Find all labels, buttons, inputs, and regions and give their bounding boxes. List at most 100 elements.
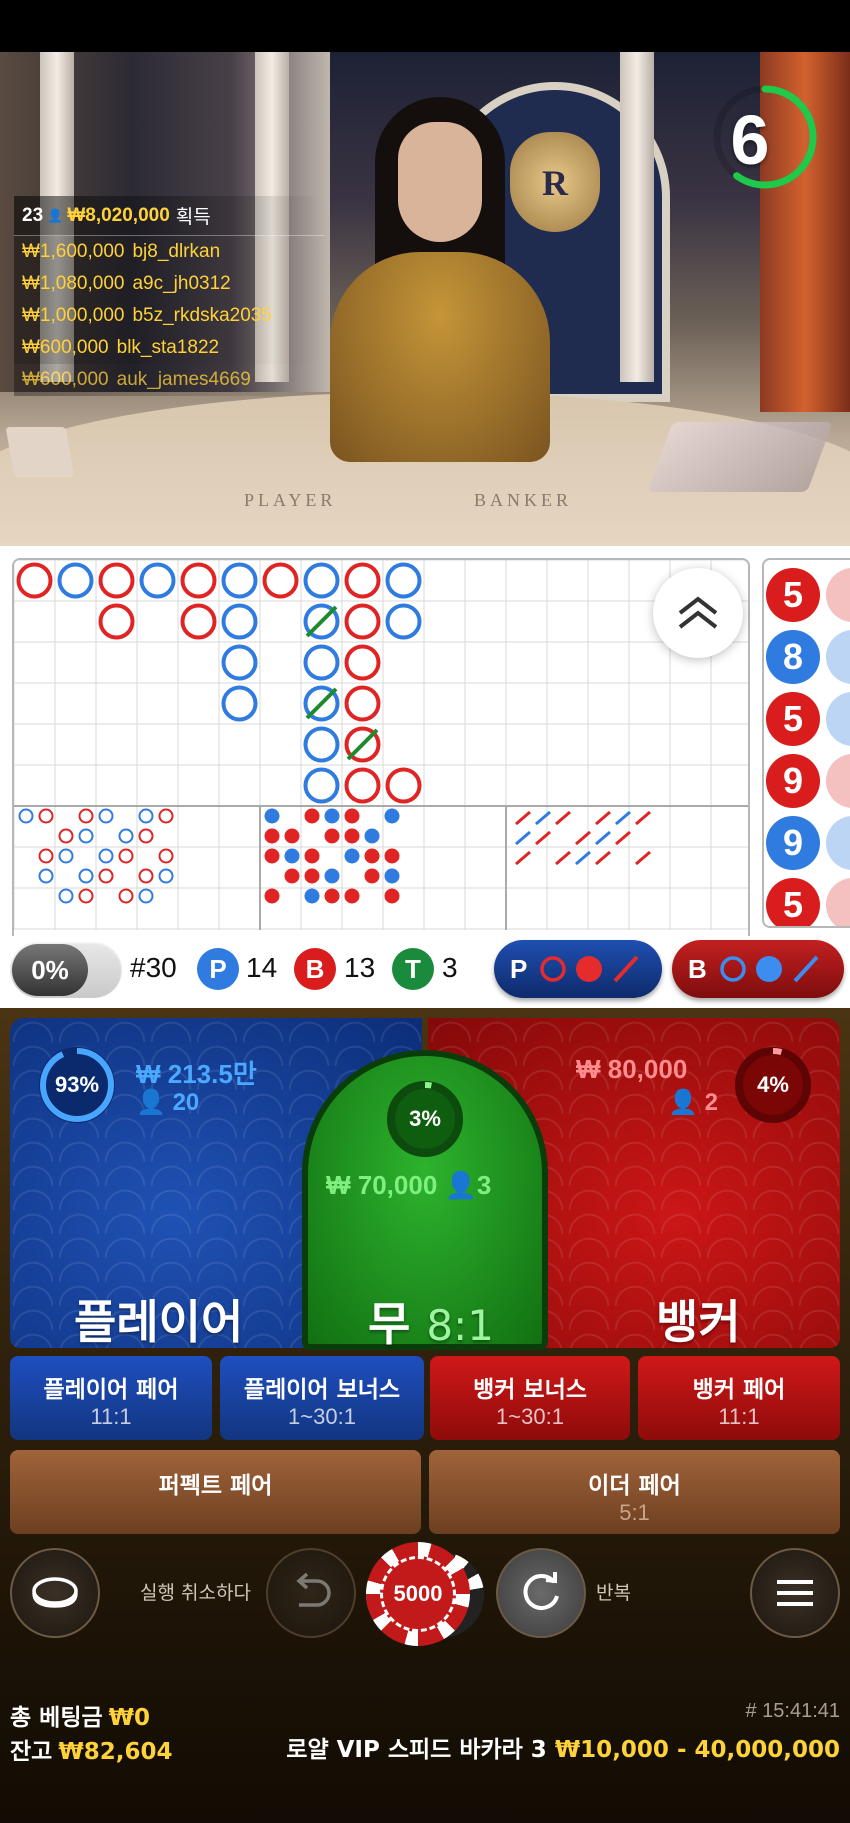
casino-crest-logo: R <box>510 132 600 232</box>
big-road-marker <box>303 767 340 804</box>
big-road-marker <box>98 603 135 640</box>
bead-banker-faded <box>826 754 850 808</box>
small-road-marker <box>264 828 280 844</box>
cockroach-road-marker <box>515 850 531 866</box>
tie-bettors: 3 <box>476 1170 492 1200</box>
either-pair-bet[interactable]: 이더 페어 5:1 <box>429 1450 840 1534</box>
card-shoe <box>647 422 833 492</box>
banker-count: 13 <box>344 952 376 983</box>
bead-player-faded <box>826 692 850 746</box>
player-count: 14 <box>246 952 278 983</box>
perfect-pair-bet[interactable]: 퍼펙트 페어 <box>10 1450 421 1534</box>
bet-spot-tie[interactable]: 3% ₩ 70,000 👤3 무 8:1 <box>302 1050 548 1351</box>
collapse-roadmap-button[interactable] <box>653 568 743 658</box>
menu-button[interactable] <box>750 1548 840 1638</box>
table-view-button[interactable] <box>10 1548 100 1638</box>
countdown-number: 6 <box>730 101 770 179</box>
bead-banker: 5 <box>766 878 820 926</box>
winners-summary: 23 👤 ₩8,020,000 획득 <box>14 196 324 236</box>
winners-label: 획득 <box>175 207 211 228</box>
predict-player-button[interactable]: P <box>494 940 662 998</box>
cockroach-road-marker <box>515 830 531 846</box>
cockroach-road-marker <box>615 830 631 846</box>
small-road-marker <box>304 848 320 864</box>
percent-value: 0% <box>12 944 88 996</box>
total-bet-value: ₩0 <box>108 1705 151 1731</box>
tie-percent: 3% <box>409 1106 441 1131</box>
small-road-marker <box>324 808 340 824</box>
big-road-marker <box>221 603 258 640</box>
cockroach-road-marker <box>555 810 571 826</box>
cockroach-road-marker <box>555 850 571 866</box>
bead-banker: 9 <box>766 754 820 808</box>
person-icon: 👤 <box>668 1089 705 1116</box>
small-road-marker <box>264 888 280 904</box>
bead-road-column: 5 8 5 9 9 5 <box>762 558 850 928</box>
player-bettors: 👤 20 <box>136 1089 200 1116</box>
small-road-marker <box>364 828 380 844</box>
big-eye-road-marker <box>78 868 94 884</box>
percent-toggle[interactable]: 0% <box>10 942 122 998</box>
bead-banker: 5 <box>766 568 820 622</box>
big-eye-road-marker <box>118 828 134 844</box>
banker-percent: 4% <box>757 1072 789 1097</box>
big-eye-road-marker <box>138 868 154 884</box>
tie-label-wrap: 무 8:1 <box>368 1288 494 1354</box>
table-name: 로얄 VIP 스피드 바카라 3 <box>286 1737 547 1763</box>
cockroach-road-marker <box>595 850 611 866</box>
undo-button[interactable] <box>266 1548 356 1638</box>
big-road-marker <box>221 644 258 681</box>
tie-badge: T <box>392 948 434 990</box>
predict-banker-button[interactable]: B <box>672 940 844 998</box>
big-road-marker <box>344 767 381 804</box>
cockroach-road-marker <box>535 810 551 826</box>
selected-chip[interactable]: 5000 <box>366 1542 470 1646</box>
big-eye-road-marker <box>98 808 114 824</box>
big-road-marker <box>303 726 340 763</box>
big-eye-road-marker <box>78 828 94 844</box>
bead-player: 8 <box>766 630 820 684</box>
big-eye-road-marker <box>118 848 134 864</box>
banker-bonus-bet[interactable]: 뱅커 보너스 1~30:1 <box>430 1356 630 1440</box>
repeat-button[interactable] <box>496 1548 586 1638</box>
big-eye-road-marker <box>98 868 114 884</box>
player-pair-bet[interactable]: 플레이어 페어 11:1 <box>10 1356 212 1440</box>
winners-panel: 23 👤 ₩8,020,000 획득 ₩1,600,000 bj8_dlrkan … <box>14 196 324 396</box>
prediction-icons <box>540 955 639 983</box>
big-road-marker <box>180 562 217 599</box>
round-time: # 15:41:41 <box>745 1700 840 1722</box>
tie-odds: 8:1 <box>426 1301 494 1350</box>
winner-row: ₩1,600,000 bj8_dlrkan <box>14 236 324 268</box>
table-icon <box>32 1577 78 1608</box>
small-road-marker <box>384 868 400 884</box>
big-road-marker <box>344 685 381 722</box>
road-grid <box>14 560 748 930</box>
person-icon: 👤 <box>444 1170 477 1200</box>
cockroach-road-marker <box>635 850 651 866</box>
big-road-marker <box>180 603 217 640</box>
repeat-icon <box>523 1572 559 1610</box>
big-eye-road-marker <box>78 808 94 824</box>
small-road-marker <box>284 828 300 844</box>
big-eye-road-marker <box>138 888 154 904</box>
scoreboard-roads[interactable] <box>12 558 750 973</box>
tie-amount-row: ₩ 70,000 👤3 <box>326 1170 491 1201</box>
big-eye-road-marker <box>158 808 174 824</box>
dealer-body <box>330 252 550 462</box>
small-road-marker <box>304 808 320 824</box>
player-bonus-bet[interactable]: 플레이어 보너스 1~30:1 <box>220 1356 424 1440</box>
small-road-marker <box>324 868 340 884</box>
cockroach-road-marker <box>535 830 551 846</box>
person-icon: 👤 <box>47 207 64 223</box>
round-number: #30 <box>130 952 177 983</box>
bead-player: 9 <box>766 816 820 870</box>
small-road-marker <box>264 808 280 824</box>
tie-amount: ₩ 70,000 <box>326 1170 438 1200</box>
chip-value: 5000 <box>380 1556 456 1632</box>
winner-row: ₩600,000 auk_james4669 <box>14 364 324 396</box>
small-road-marker <box>384 808 400 824</box>
banker-pair-bet[interactable]: 뱅커 페어 11:1 <box>638 1356 840 1440</box>
big-eye-road-marker <box>78 888 94 904</box>
undo-icon <box>296 1573 331 1607</box>
big-road-marker <box>221 562 258 599</box>
